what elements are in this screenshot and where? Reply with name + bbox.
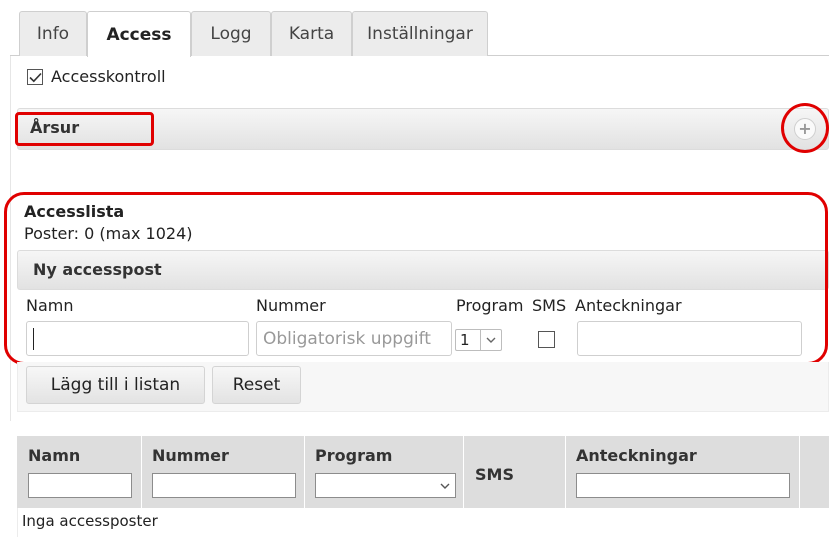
add-to-list-button[interactable]: Lägg till i listan bbox=[26, 366, 205, 404]
accesskontroll-label: Accesskontroll bbox=[51, 67, 166, 86]
tab-info-label: Info bbox=[36, 24, 70, 44]
reset-label: Reset bbox=[232, 375, 281, 395]
tab-access[interactable]: Access bbox=[87, 11, 191, 57]
checkmark-icon bbox=[28, 72, 42, 82]
filter-anteckningar-input[interactable] bbox=[576, 473, 790, 498]
plus-highlight bbox=[781, 103, 829, 153]
tab-access-label: Access bbox=[106, 24, 172, 45]
filter-namn-input[interactable] bbox=[28, 473, 132, 498]
col-divider bbox=[141, 436, 142, 508]
col-divider bbox=[799, 436, 800, 508]
reset-button[interactable]: Reset bbox=[212, 366, 301, 404]
th-sms[interactable]: SMS bbox=[475, 465, 514, 484]
tab-karta[interactable]: Karta bbox=[271, 11, 352, 56]
filter-program-select[interactable] bbox=[315, 473, 456, 498]
tab-logg-label: Logg bbox=[210, 24, 252, 44]
filter-nummer-input[interactable] bbox=[152, 473, 296, 498]
tab-karta-label: Karta bbox=[288, 24, 335, 44]
accesslista-highlight bbox=[4, 192, 828, 365]
col-divider bbox=[463, 436, 464, 508]
chevron-down-icon bbox=[440, 483, 450, 489]
tab-logg[interactable]: Logg bbox=[191, 11, 271, 56]
col-divider bbox=[565, 436, 566, 508]
col-divider bbox=[304, 436, 305, 508]
th-nummer[interactable]: Nummer bbox=[152, 446, 229, 465]
tab-installningar[interactable]: Inställningar bbox=[352, 11, 488, 56]
th-anteckningar[interactable]: Anteckningar bbox=[576, 446, 697, 465]
th-program[interactable]: Program bbox=[315, 446, 392, 465]
tab-info[interactable]: Info bbox=[19, 11, 87, 56]
arsur-highlight bbox=[15, 112, 154, 146]
accesskontroll-checkbox[interactable] bbox=[27, 69, 43, 85]
tab-installningar-label: Inställningar bbox=[367, 24, 473, 44]
th-namn[interactable]: Namn bbox=[28, 446, 80, 465]
add-to-list-label: Lägg till i listan bbox=[50, 375, 181, 395]
empty-message: Inga accessposter bbox=[22, 512, 158, 530]
